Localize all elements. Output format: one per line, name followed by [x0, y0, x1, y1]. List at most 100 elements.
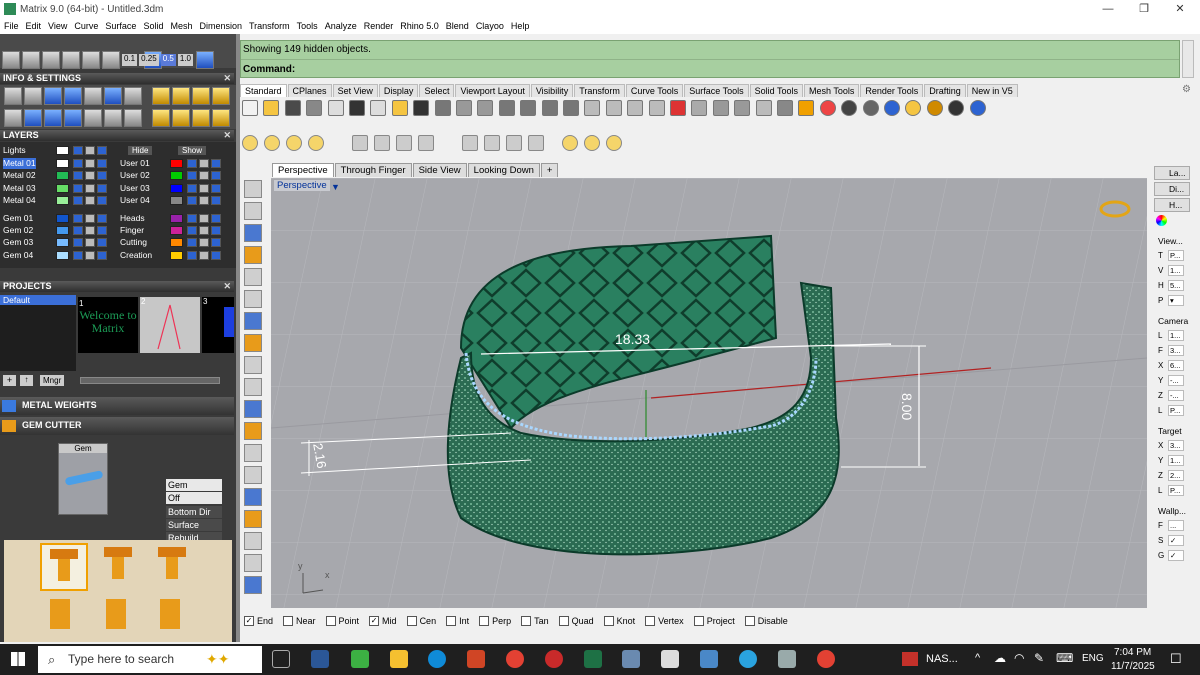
minimize-button[interactable]: — [1090, 0, 1126, 18]
language-indicator[interactable]: ENG [1082, 653, 1104, 664]
layer-name[interactable]: Gem 01 [3, 213, 33, 224]
zoom-selected-icon[interactable] [563, 100, 579, 116]
osnap-checkbox[interactable] [558, 616, 569, 626]
pencil-icon[interactable] [905, 100, 922, 116]
check-icon[interactable] [244, 554, 262, 572]
gear-icon[interactable]: ⚙ [1182, 84, 1194, 96]
lock-icon[interactable] [199, 159, 209, 168]
lock-icon[interactable] [199, 171, 209, 181]
sphere-icon[interactable] [244, 312, 262, 330]
pen-icon[interactable]: ✎ [1034, 651, 1044, 665]
layer-name[interactable]: Heads [120, 213, 145, 224]
unlock-icon[interactable] [374, 135, 390, 151]
print-icon[interactable] [97, 238, 107, 248]
property-row[interactable]: Y -... [1158, 375, 1184, 386]
layer-name[interactable]: Gem 03 [3, 237, 33, 248]
viewport-1-icon[interactable] [648, 100, 665, 116]
property-value[interactable]: 2... [1168, 470, 1184, 481]
perspective-viewport[interactable]: Perspective ▼ 18.33 8.00 2.16 y x [271, 178, 1147, 608]
bulb-icon[interactable] [187, 159, 197, 168]
layer-color-swatch[interactable] [170, 171, 183, 181]
bulb-swap-icon[interactable] [308, 135, 324, 151]
panel-tab[interactable]: H... [1154, 198, 1190, 212]
cut-icon[interactable] [349, 100, 365, 116]
bulb-icon[interactable] [73, 226, 83, 235]
bulb-icon[interactable] [187, 213, 197, 223]
material-icon[interactable] [172, 87, 190, 105]
layer-color-swatch[interactable] [56, 238, 69, 248]
layer-color-swatch[interactable] [170, 159, 183, 168]
layer-name[interactable]: Gem 04 [3, 250, 33, 261]
osnap-cen[interactable]: Cen [406, 616, 436, 626]
polyline-icon[interactable] [244, 202, 262, 220]
windows-start-icon[interactable] [11, 652, 25, 666]
sphere-icon[interactable] [841, 100, 858, 116]
layer-color-swatch[interactable] [170, 183, 183, 193]
viewport-tab[interactable]: + [540, 163, 559, 177]
bulb-icon[interactable] [73, 196, 83, 206]
property-value[interactable]: ... [1168, 520, 1184, 531]
document-icon[interactable] [84, 87, 102, 105]
viewport-label[interactable]: Perspective [274, 180, 330, 191]
viewport-2-icon[interactable] [627, 100, 644, 116]
property-value[interactable]: 3... [1168, 440, 1184, 451]
extrude-icon[interactable] [244, 356, 262, 374]
move-icon[interactable] [4, 109, 22, 127]
menu-transform[interactable]: Transform [249, 21, 290, 31]
hide-button[interactable]: Hide [128, 146, 153, 155]
cutter-type-3-icon[interactable] [150, 543, 198, 591]
notification-icon[interactable]: ☐ [1170, 651, 1182, 667]
gem-option[interactable]: Surface [166, 518, 222, 531]
bulb-icon[interactable] [73, 238, 83, 248]
funnel-icon[interactable] [84, 109, 102, 127]
bounding-box-icon[interactable] [462, 135, 478, 151]
osnap-checkbox[interactable] [645, 616, 656, 626]
lock-swap-icon[interactable] [418, 135, 434, 151]
osnap-int[interactable]: Int [446, 616, 469, 626]
lock-icon[interactable] [199, 250, 209, 260]
toolbar-tab[interactable]: Solid Tools [749, 84, 803, 97]
bulb-icon[interactable] [755, 100, 772, 116]
osnap-perp[interactable]: Perp [479, 616, 511, 626]
keyboard-icon[interactable]: ⌨ [1056, 651, 1073, 665]
close-icon[interactable]: ✕ [223, 130, 231, 141]
gem-option[interactable]: Gem [166, 479, 222, 491]
cloud-icon[interactable]: ☁ [994, 651, 1006, 665]
toolbar-tab[interactable]: Visibility [530, 84, 574, 97]
laptop-icon[interactable] [700, 650, 718, 668]
explode-icon[interactable] [244, 488, 262, 506]
lock-icon[interactable] [85, 238, 95, 248]
print-icon[interactable] [211, 226, 221, 235]
menu-help[interactable]: Help [511, 21, 530, 31]
eye-icon[interactable] [691, 100, 708, 116]
cutter-type-6-icon[interactable] [150, 595, 198, 639]
bulb-off-icon[interactable] [264, 135, 280, 151]
property-row[interactable]: H 5... [1158, 280, 1184, 291]
viewport-tab[interactable]: Looking Down [467, 163, 540, 177]
zoom-window-icon[interactable] [498, 100, 515, 116]
lock-icon[interactable] [777, 100, 793, 116]
menu-edit[interactable]: Edit [26, 21, 42, 31]
list-icon[interactable] [124, 109, 142, 127]
matrix-app-icon[interactable] [351, 650, 369, 668]
lock-icon[interactable] [85, 146, 95, 155]
menu-curve[interactable]: Curve [74, 21, 98, 31]
layer-name[interactable]: User 03 [120, 183, 150, 194]
nas-label[interactable]: NAS... [926, 653, 958, 665]
property-row[interactable]: Y 1... [1158, 455, 1184, 466]
cone-icon[interactable] [244, 290, 262, 308]
close-button[interactable]: ✕ [1162, 0, 1198, 18]
undo-icon[interactable] [413, 100, 430, 116]
bulb-icon[interactable] [187, 226, 197, 235]
property-row[interactable]: G ✓ [1158, 550, 1184, 561]
command-prompt[interactable]: Command: [243, 64, 295, 75]
property-value[interactable]: P... [1168, 250, 1184, 261]
print-icon[interactable] [97, 226, 107, 235]
open-icon[interactable] [263, 100, 280, 116]
clock-date[interactable]: 11/7/2025 [1111, 661, 1155, 672]
render-sphere-icon[interactable] [862, 100, 879, 116]
copy-props-icon[interactable] [327, 100, 344, 116]
cutter-type-2-icon[interactable] [96, 543, 144, 591]
print-icon[interactable] [97, 146, 107, 155]
osnap-vertex[interactable]: Vertex [645, 616, 684, 626]
